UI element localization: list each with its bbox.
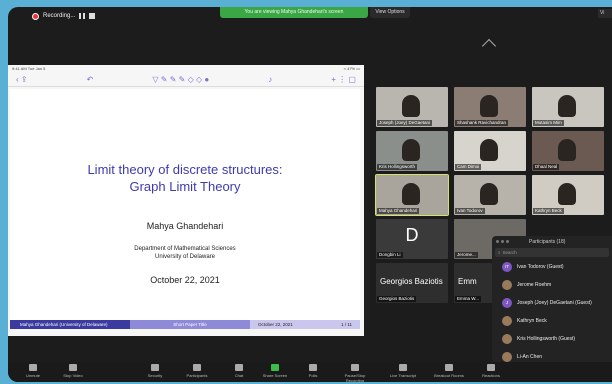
- presentation-slide: Limit theory of discrete structures: Gra…: [10, 89, 360, 320]
- people-icon: [193, 364, 201, 371]
- video-tile[interactable]: Kathryn Beck: [532, 175, 604, 215]
- video-tile-name-only[interactable]: Emm Emma W...: [454, 263, 492, 303]
- chat-button[interactable]: Chat: [222, 364, 256, 378]
- back-icon[interactable]: ‹ ⇪: [16, 75, 28, 84]
- polls-button[interactable]: Polls: [296, 364, 330, 378]
- pause-icon[interactable]: [79, 13, 86, 19]
- poll-icon: [309, 364, 317, 371]
- chat-icon: [235, 364, 243, 371]
- breakout-rooms-button[interactable]: Breakout Rooms: [432, 364, 466, 378]
- participants-header: Participants (18): [492, 236, 612, 247]
- annotation-tools[interactable]: ▽ ✎ ✎ ✎ ◇ ◇ ●: [152, 75, 209, 84]
- video-tile-avatar[interactable]: D Dongbin Li: [376, 219, 448, 259]
- slide-footer: Mahya Ghandehari (University of Delaware…: [10, 320, 360, 329]
- video-tile[interactable]: Joseph (Joey) DeGaetani: [376, 87, 448, 127]
- footer-date-page: October 22, 2021 1 / 11: [250, 320, 360, 329]
- record-icon: [32, 12, 39, 20]
- video-tile-name-only[interactable]: Georgios Baziotis Georgios Baziotis: [376, 263, 448, 303]
- video-icon: [69, 364, 77, 371]
- live-transcript-button[interactable]: Live Transcript: [386, 364, 420, 378]
- participant-item[interactable]: Kathryn Beck: [492, 312, 612, 330]
- ipad-status-right: ≈ 47% ▭: [343, 66, 360, 71]
- ipad-toolbar: ‹ ⇪ ↶ ▽ ✎ ✎ ✎ ◇ ◇ ● ♪ + ⋮ ▢: [8, 73, 364, 87]
- grid-icon: [445, 364, 453, 371]
- recording-indicator[interactable]: Recording...: [26, 10, 101, 22]
- window-controls[interactable]: [496, 240, 509, 243]
- cc-icon: [399, 364, 407, 371]
- slide-author: Mahya Ghandehari: [146, 221, 224, 231]
- meeting-toolbar: Unmute Stop Video Security Participants …: [8, 362, 612, 382]
- mic-icon[interactable]: ♪: [268, 75, 272, 84]
- video-tile[interactable]: Shashank Ravichandran: [454, 87, 526, 127]
- viewing-banner: You are viewing Mahya Ghandehari's scree…: [220, 7, 368, 18]
- view-options-button[interactable]: View Options: [370, 7, 410, 18]
- video-tile[interactable]: Kris Hollingsworth: [376, 131, 448, 171]
- ipad-status-bar: 9:41 AM Tue Jan 5 ≈ 47% ▭: [8, 65, 364, 73]
- participants-button[interactable]: Participants: [180, 364, 214, 378]
- stop-icon[interactable]: [89, 13, 96, 19]
- unmute-button[interactable]: Unmute: [16, 364, 50, 378]
- participant-item[interactable]: J Joseph (Joey) DeGaetani (Guest): [492, 294, 612, 312]
- mic-muted-icon: [29, 364, 37, 371]
- top-bar: Recording... You are viewing Mahya Ghand…: [8, 7, 612, 25]
- video-tile[interactable]: Dhaal Neal: [532, 131, 604, 171]
- slide-department: Department of Mathematical Sciences Univ…: [134, 246, 236, 260]
- footer-title: Short Paper Title: [130, 320, 250, 329]
- shared-screen: 9:41 AM Tue Jan 5 ≈ 47% ▭ ‹ ⇪ ↶ ▽ ✎ ✎ ✎ …: [8, 65, 364, 336]
- video-tile-active-speaker[interactable]: Mahya Ghandehari: [375, 174, 449, 216]
- pause-recording-button[interactable]: Pause/Stop Recording: [338, 364, 372, 382]
- video-tile[interactable]: Cam Dimoi: [454, 131, 526, 171]
- slide-title: Limit theory of discrete structures: Gra…: [87, 162, 283, 194]
- smile-icon: [487, 364, 495, 371]
- pause-icon: [351, 364, 359, 371]
- participant-item[interactable]: Jerome Roehm: [492, 276, 612, 294]
- chevron-up-icon[interactable]: [481, 38, 497, 54]
- view-corner-button[interactable]: Vi: [598, 9, 612, 18]
- video-tile[interactable]: Mutasim Mim: [532, 87, 604, 127]
- participant-item[interactable]: IT Ivan Todorov (Guest): [492, 258, 612, 276]
- undo-icon[interactable]: ↶: [87, 75, 94, 84]
- participants-title: Participants (18): [529, 238, 566, 245]
- share-screen-icon: [271, 364, 279, 371]
- reactions-button[interactable]: Reactions: [474, 364, 508, 378]
- video-tile[interactable]: Ivan Todorov: [454, 175, 526, 215]
- footer-author: Mahya Ghandehari (University of Delaware…: [10, 320, 130, 329]
- zoom-window: Recording... You are viewing Mahya Ghand…: [8, 7, 612, 382]
- ipad-status-time: 9:41 AM Tue Jan 5: [12, 66, 46, 71]
- add-page-icon[interactable]: + ⋮ ▢: [331, 75, 356, 84]
- participants-search-input[interactable]: ⌕ Search: [495, 248, 609, 257]
- ipad-bottom-strip: [8, 329, 364, 336]
- search-icon: ⌕: [498, 250, 501, 255]
- participant-item[interactable]: Kris Hollingsworth (Guest): [492, 330, 612, 348]
- security-button[interactable]: Security: [138, 364, 172, 378]
- recording-label: Recording...: [43, 13, 76, 19]
- participants-panel: Participants (18) ⌕ Search IT Ivan Todoro…: [492, 236, 612, 382]
- share-screen-button[interactable]: Share Screen: [258, 364, 292, 378]
- stop-video-button[interactable]: Stop Video: [56, 364, 90, 378]
- slide-date: October 22, 2021: [150, 275, 220, 285]
- shield-icon: [151, 364, 159, 371]
